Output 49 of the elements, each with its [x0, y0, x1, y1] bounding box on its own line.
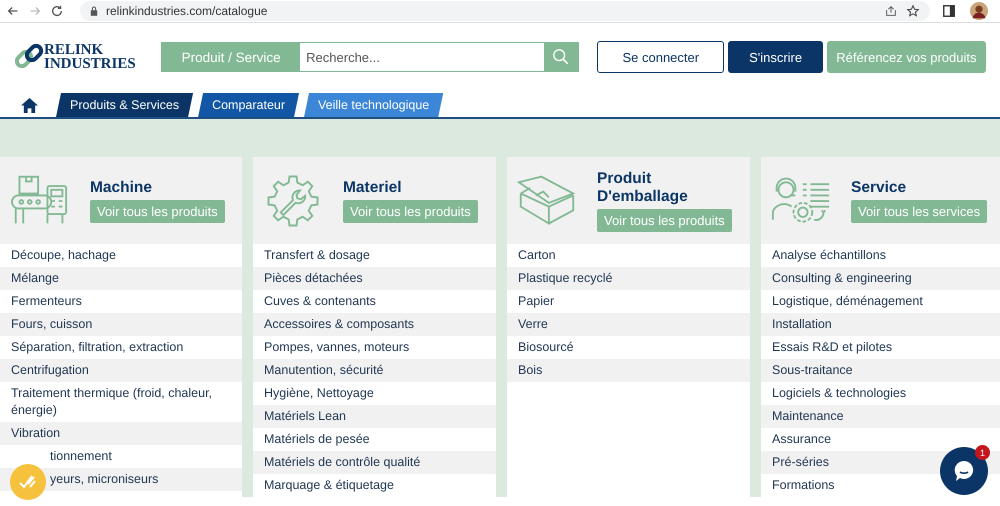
- category-link[interactable]: Transfert & dosage: [264, 247, 370, 264]
- avatar-icon[interactable]: [970, 2, 988, 20]
- nav-tab[interactable]: Produits & Services: [56, 93, 194, 117]
- logo-text[interactable]: RELINK INDUSTRIES: [44, 43, 136, 71]
- back-icon[interactable]: [6, 4, 20, 18]
- category-link[interactable]: Cuves & contenants: [264, 293, 376, 310]
- category-link[interactable]: Mélange: [11, 270, 59, 287]
- category-title: Machine: [90, 178, 154, 196]
- category-link[interactable]: tionnement: [50, 448, 112, 465]
- category-link[interactable]: Essais R&D et pilotes: [772, 339, 892, 356]
- category-title: Produit D'emballage: [597, 170, 689, 206]
- check-icon: [18, 474, 38, 490]
- category-link[interactable]: Fermenteurs: [11, 293, 82, 310]
- category-link[interactable]: Séparation, filtration, extraction: [11, 339, 184, 356]
- chat-bubble-icon: [954, 460, 974, 482]
- category-link[interactable]: Logistique, déménagement: [772, 293, 923, 310]
- category-link[interactable]: Assurance: [772, 431, 832, 448]
- category-link[interactable]: Hygiène, Nettoyage: [264, 385, 374, 402]
- lock-icon: [90, 6, 98, 16]
- category-link[interactable]: Installation: [772, 316, 832, 333]
- category-link[interactable]: Logiciels & technologies: [772, 385, 906, 402]
- category-link[interactable]: Pompes, vannes, moteurs: [264, 339, 410, 356]
- category-link[interactable]: Matériels de pesée: [264, 431, 370, 448]
- category-link[interactable]: Vibration: [11, 425, 60, 442]
- home-icon[interactable]: [20, 97, 39, 114]
- address-bar[interactable]: relinkindustries.com/catalogue: [80, 1, 930, 21]
- category-link[interactable]: Pré-séries: [772, 454, 829, 471]
- url-text: relinkindustries.com/catalogue: [106, 4, 268, 18]
- login-button[interactable]: Se connecter: [597, 41, 724, 73]
- category-link[interactable]: Verre: [518, 316, 548, 333]
- share-icon[interactable]: [884, 4, 898, 18]
- category-link[interactable]: Biosourcé: [518, 339, 574, 356]
- nav-tab[interactable]: Comparateur: [198, 93, 300, 117]
- category-title: Service: [851, 178, 908, 196]
- search-icon: [552, 48, 570, 66]
- nav-tab[interactable]: Veille technologique: [304, 93, 444, 117]
- category-title: Materiel: [343, 178, 403, 196]
- category-link[interactable]: Marquage & étiquetage: [264, 477, 394, 494]
- category-link[interactable]: Carton: [518, 247, 556, 264]
- star-icon[interactable]: [906, 4, 920, 18]
- category-link[interactable]: Découpe, hachage: [11, 247, 116, 264]
- category-link[interactable]: Traitement thermique (froid, chaleur, énergie): [11, 385, 231, 419]
- category-link[interactable]: Analyse échantillons: [772, 247, 886, 264]
- category-link[interactable]: Papier: [518, 293, 554, 310]
- sidebar-icon[interactable]: [942, 4, 956, 18]
- signup-button[interactable]: S'inscrire: [728, 41, 823, 73]
- reload-icon[interactable]: [50, 4, 64, 18]
- category-link[interactable]: Bois: [518, 362, 542, 379]
- category-link[interactable]: Formations: [772, 477, 835, 494]
